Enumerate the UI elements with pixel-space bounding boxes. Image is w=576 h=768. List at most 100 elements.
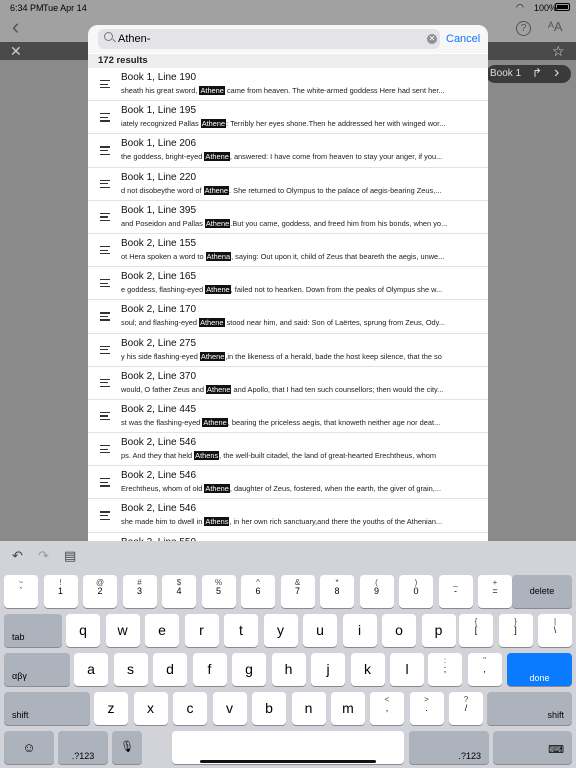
chevron-right-icon[interactable]: › [554, 64, 559, 82]
undo-icon[interactable]: ↶ [12, 548, 23, 564]
close-icon[interactable]: ✕ [10, 42, 22, 60]
key-`[interactable]: ~ ` [4, 575, 38, 608]
key-;[interactable]: :; [428, 653, 462, 686]
key-,[interactable]: ", [467, 653, 502, 686]
language-key[interactable]: αβγ [4, 653, 70, 686]
key-n[interactable]: n [291, 692, 326, 725]
key-h[interactable]: h [271, 653, 306, 686]
clear-icon[interactable]: ✕ [427, 34, 437, 44]
key-s[interactable]: s [113, 653, 148, 686]
key-u[interactable]: u [303, 614, 337, 647]
search-input[interactable] [118, 30, 418, 48]
key-c[interactable]: c [173, 692, 207, 725]
key-1[interactable]: ! 1 [43, 575, 78, 608]
result-row[interactable]: Book 2, Line 445 st was the flashing-eyed… [88, 400, 488, 434]
key-7[interactable]: & 7 [280, 575, 315, 608]
key-2[interactable]: @2 [83, 575, 117, 608]
key-o[interactable]: o [382, 614, 416, 647]
help-icon[interactable]: ? [516, 21, 531, 36]
result-row[interactable]: Book 1, Line 220 d not disobeythe word of… [88, 168, 488, 201]
redo-icon[interactable]: ↷ [38, 548, 49, 564]
result-row[interactable]: Book 2, Line 165 e goddess, flashing-eyed… [88, 267, 488, 301]
key-\[interactable]: | \ [538, 614, 572, 647]
back-chevron-icon[interactable]: ‹ [12, 16, 19, 38]
hide-keyboard-key[interactable]: ⌨ [493, 731, 572, 764]
key-char: 3 [136, 586, 142, 596]
key-char: . [425, 703, 428, 713]
key-w[interactable]: w [105, 614, 140, 647]
result-row[interactable]: Book 2, Line 155 ot Hera spoken a word to… [88, 234, 488, 268]
text-lines-icon [100, 212, 110, 222]
result-snippet: sheath his great sword, Athene came from… [121, 86, 477, 95]
text-size-icon[interactable]: ᴬA [548, 19, 563, 34]
result-row[interactable]: Book 2, Line 546 ps. And they that held A… [88, 433, 488, 467]
result-row[interactable]: Book 2, Line 170 soul; and flashing-eyed … [88, 300, 488, 334]
paste-icon[interactable]: ▤ [64, 548, 76, 564]
numbers-key-right[interactable]: .?123 [409, 731, 489, 764]
search-icon [104, 32, 113, 41]
key-char: 0 [413, 586, 419, 596]
result-snippet: iately recognized Pallas Athene: Terribl… [121, 119, 477, 129]
result-row[interactable]: Book 2, Line 546 she made him to dwell in… [88, 499, 488, 533]
key-=[interactable]: + = [478, 575, 512, 608]
result-row[interactable]: Book 1, Line 190 sheath his great sword, … [88, 68, 488, 102]
key-y[interactable]: y [263, 614, 298, 647]
key-l[interactable]: l [390, 653, 424, 686]
battery-percent: 100% [534, 3, 558, 13]
search-field[interactable]: ✕ [98, 29, 440, 49]
key-d[interactable]: d [153, 653, 187, 686]
key-j[interactable]: j [311, 653, 345, 686]
result-row[interactable]: Book 1, Line 195 iately recognized Pallas… [88, 101, 488, 135]
key-5[interactable]: % 5 [201, 575, 236, 608]
key-0[interactable]: ) 0 [399, 575, 433, 608]
key-p[interactable]: p [421, 614, 456, 647]
key-m[interactable]: m [331, 692, 365, 725]
snippet-post: , daughter of Zeus, fostered, when the e… [229, 484, 442, 494]
cancel-button[interactable]: Cancel [446, 33, 480, 45]
key-q[interactable]: q [66, 614, 100, 647]
numbers-key-left[interactable]: .?123 [58, 731, 108, 764]
result-row[interactable]: Book 2, Line 370 would, O father Zeus and… [88, 367, 488, 400]
key-r[interactable]: r [184, 614, 219, 647]
star-icon[interactable]: ☆ [552, 42, 565, 60]
key-z[interactable]: z [94, 692, 128, 725]
key-g[interactable]: g [232, 653, 266, 686]
key-v[interactable]: v [212, 692, 247, 725]
key-3[interactable]: #3 [122, 575, 157, 608]
tab-key[interactable]: tab [4, 614, 62, 647]
shift-key-left[interactable]: shift [4, 692, 90, 725]
key-8[interactable]: * 8 [320, 575, 354, 608]
key-/[interactable]: ? / [449, 692, 483, 725]
key-.[interactable]: >. [409, 692, 444, 725]
dictation-key[interactable]: 🎙 [112, 731, 142, 764]
key-a[interactable]: a [74, 653, 108, 686]
snippet-highlight: Athene [200, 119, 227, 129]
key-char: ; [443, 664, 447, 674]
key--[interactable]: _ - [438, 575, 473, 608]
emoji-key[interactable]: ☺ [4, 731, 54, 764]
key-f[interactable]: f [192, 653, 227, 686]
book-label: Book 1 [490, 68, 522, 79]
result-row[interactable]: Book 2, Line 546 Erechtheus, whom of old … [88, 466, 488, 500]
delete-key[interactable]: delete [512, 575, 572, 608]
key-t[interactable]: t [224, 614, 258, 647]
shift-key-right[interactable]: shift [487, 692, 572, 725]
key-][interactable]: }] [498, 614, 533, 647]
done-key[interactable]: done [507, 653, 572, 686]
key-4[interactable]: $4 [162, 575, 196, 608]
key-k[interactable]: k [350, 653, 385, 686]
result-row[interactable]: Book 2, Line 275 y his side flashing-eyed… [88, 334, 488, 367]
share-arrow-icon[interactable]: ↱ [532, 66, 542, 80]
key-,[interactable]: <, [370, 692, 404, 725]
result-row[interactable]: Book 1, Line 206 the goddess, bright-eyed… [88, 134, 488, 168]
result-row[interactable]: Book 1, Line 395 and Poseidon and Pallas … [88, 201, 488, 234]
key-i[interactable]: i [342, 614, 377, 647]
key-x[interactable]: x [133, 692, 168, 725]
key-e[interactable]: e [145, 614, 179, 647]
book-navigator[interactable]: Book 1 ↱ › [486, 64, 571, 83]
key-b[interactable]: b [252, 692, 286, 725]
key-9[interactable]: (9 [359, 575, 394, 608]
key-[[interactable]: {[ [459, 614, 493, 647]
result-title: Book 2, Line 155 [121, 237, 197, 249]
key-6[interactable]: ^ 6 [241, 575, 275, 608]
